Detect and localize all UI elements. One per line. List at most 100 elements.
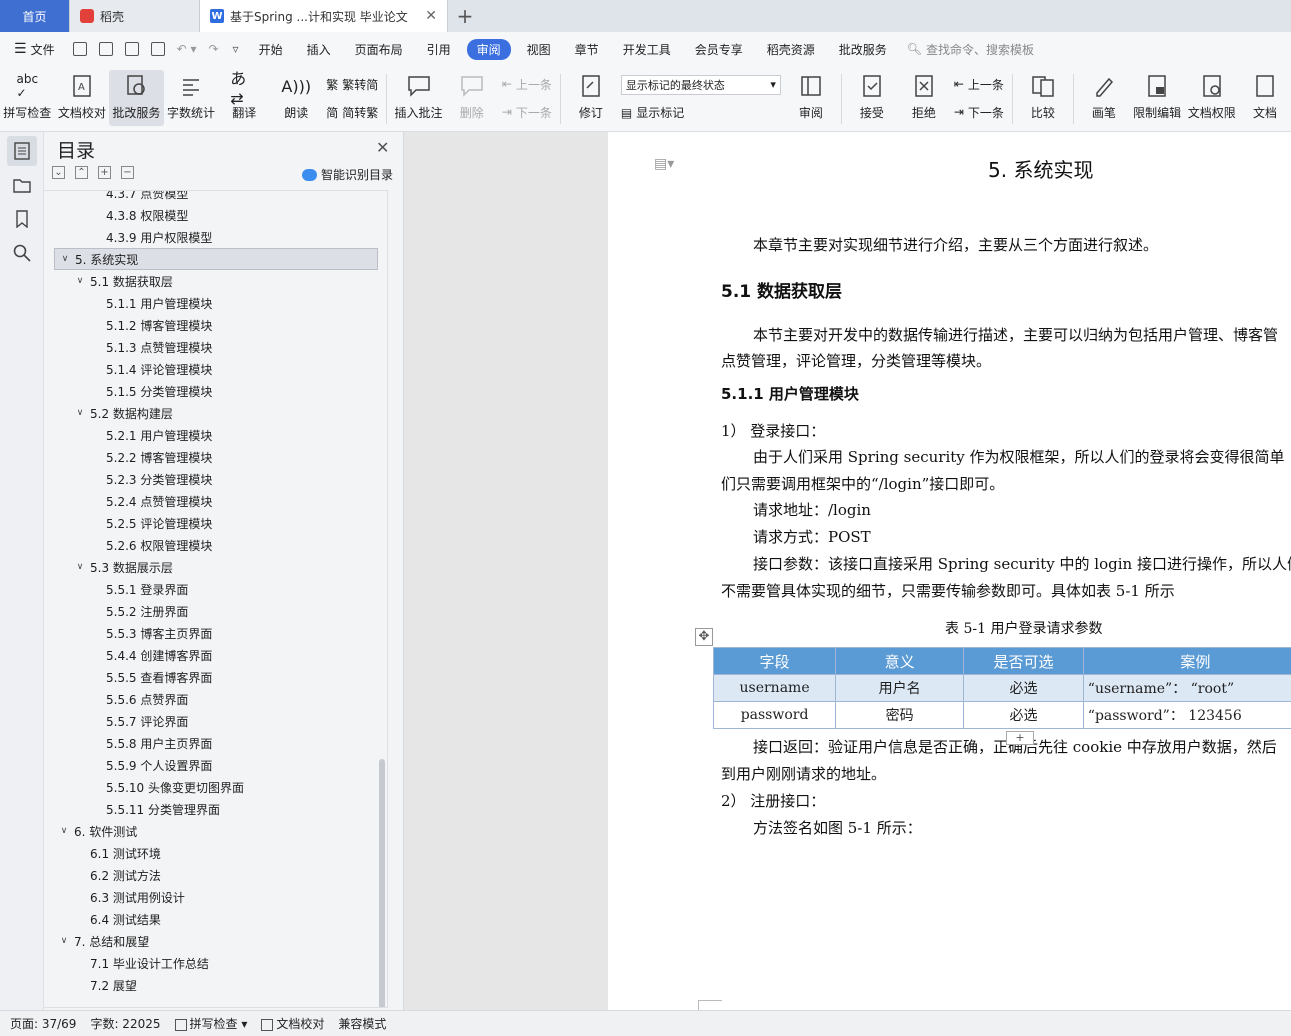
menu-devtools[interactable]: 开发工具 — [611, 41, 683, 58]
toc-scrollbar[interactable] — [379, 759, 385, 1007]
word-count-indicator[interactable]: 字数: 22025 — [90, 1015, 160, 1032]
remove-heading-icon[interactable]: − — [121, 166, 134, 179]
chevron-down-icon[interactable]: ∨ — [58, 936, 70, 946]
insert-comment-button[interactable]: 插入批注 — [391, 70, 446, 126]
pen-button[interactable]: 画笔 — [1078, 70, 1130, 126]
add-row-icon[interactable]: + — [1006, 731, 1034, 745]
chevron-down-icon[interactable]: ∨ — [74, 408, 86, 418]
toc-item[interactable]: 5.5.9 个人设置界面 — [44, 754, 387, 776]
menu-review[interactable]: 审阅 — [466, 38, 511, 60]
toc-item[interactable]: 4.3.8 权限模型 — [44, 204, 387, 226]
show-markup-button[interactable]: ▤ 显示标记 — [621, 104, 781, 121]
hamburger-icon[interactable]: ☰ — [14, 41, 27, 57]
close-tab-icon[interactable]: ✕ — [425, 8, 437, 24]
bookmark-icon[interactable] — [7, 204, 37, 234]
toc-item[interactable]: 6.3 测试用例设计 — [44, 886, 387, 908]
toc-item[interactable]: 5.5.11 分类管理界面 — [44, 798, 387, 820]
chevron-down-icon[interactable]: ∨ — [74, 276, 86, 286]
menu-section[interactable]: 章节 — [563, 41, 611, 58]
toc-item[interactable]: ∨ 7. 总结和展望 — [44, 930, 387, 952]
toc-item[interactable]: 5.5.5 查看博客界面 — [44, 666, 387, 688]
toc-item[interactable]: 5.2.6 权限管理模块 — [44, 534, 387, 556]
print-icon[interactable] — [124, 42, 139, 56]
reject-button[interactable]: 拒绝 — [898, 70, 950, 126]
menu-insert[interactable]: 插入 — [295, 41, 343, 58]
doc-proof-button[interactable]: A 文档校对 — [55, 70, 110, 126]
preview-icon[interactable] — [150, 42, 165, 56]
toc-item[interactable]: ∨ 5. 系统实现 — [54, 248, 378, 270]
toc-item[interactable]: 5.1.3 点赞管理模块 — [44, 336, 387, 358]
menu-start[interactable]: 开始 — [247, 41, 295, 58]
restrict-edit-button[interactable]: 限制编辑 — [1130, 70, 1185, 126]
menu-docer[interactable]: 稻壳资源 — [755, 41, 827, 58]
command-search[interactable]: 🔍︎ 查找命令、搜索模板 — [907, 41, 1034, 58]
page-tools-icon[interactable]: ▤▾ — [654, 156, 674, 172]
tab-docer[interactable]: 稻壳 — [70, 0, 200, 32]
menu-layout[interactable]: 页面布局 — [343, 41, 415, 58]
toc-item[interactable]: 5.5.8 用户主页界面 — [44, 732, 387, 754]
tab-home[interactable]: 首页 — [0, 0, 70, 32]
prev-comment-button[interactable]: ⇤ 上一条 — [502, 76, 552, 93]
toc-item[interactable]: 5.2.1 用户管理模块 — [44, 424, 387, 446]
table-move-handle-icon[interactable]: ✥ — [695, 628, 713, 646]
doc-more-button[interactable]: 文档 — [1239, 70, 1291, 126]
trad-to-simp-button[interactable]: 繁繁转简 — [326, 76, 378, 93]
menu-member[interactable]: 会员专享 — [683, 41, 755, 58]
chevron-down-icon[interactable]: ∨ — [59, 254, 71, 264]
add-heading-icon[interactable]: + — [98, 166, 111, 179]
toc-item[interactable]: 6.2 测试方法 — [44, 864, 387, 886]
toc-item[interactable]: 5.5.2 注册界面 — [44, 600, 387, 622]
undo-icon[interactable]: ↶ ▾ — [177, 42, 197, 56]
doc-permission-button[interactable]: 文档权限 — [1184, 70, 1239, 126]
toc-item[interactable]: 6.4 测试结果 — [44, 908, 387, 930]
toc-item[interactable]: 5.2.2 博客管理模块 — [44, 446, 387, 468]
toc-item[interactable]: 7.1 毕业设计工作总结 — [44, 952, 387, 974]
track-changes-button[interactable]: 修订 — [565, 70, 617, 126]
menu-view[interactable]: 视图 — [515, 41, 563, 58]
toc-item[interactable]: 6.1 测试环境 — [44, 842, 387, 864]
toc-item[interactable]: 4.3.9 用户权限模型 — [44, 226, 387, 248]
expand-all-icon[interactable]: ⌃ — [75, 166, 88, 179]
toc-item[interactable]: 5.5.7 评论界面 — [44, 710, 387, 732]
toc-item[interactable]: 5.5.3 博客主页界面 — [44, 622, 387, 644]
close-icon[interactable]: ✕ — [376, 138, 389, 157]
batch-service-button[interactable]: 批改服务 — [109, 70, 164, 126]
export-icon[interactable] — [98, 42, 113, 56]
save-icon[interactable] — [72, 42, 87, 56]
accept-button[interactable]: 接受 — [846, 70, 898, 126]
search-icon[interactable] — [7, 238, 37, 268]
prev-change-button[interactable]: ⇤ 上一条 — [954, 76, 1004, 93]
page-indicator[interactable]: 页面: 37/69 — [10, 1015, 76, 1032]
review-pane-button[interactable]: 审阅 — [785, 70, 837, 126]
toc-item[interactable]: ∨ 5.2 数据构建层 — [44, 402, 387, 424]
toc-item[interactable]: 5.5.1 登录界面 — [44, 578, 387, 600]
toc-item[interactable]: 5.1.1 用户管理模块 — [44, 292, 387, 314]
next-comment-button[interactable]: ⇥ 下一条 — [502, 104, 552, 121]
tab-document[interactable]: W 基于Spring ...计和实现 毕业论文 ✕ — [200, 0, 448, 32]
toc-item[interactable]: ∨ 6. 软件测试 — [44, 820, 387, 842]
chevron-down-icon[interactable]: ∨ — [58, 826, 70, 836]
toc-item[interactable]: 5.2.4 点赞管理模块 — [44, 490, 387, 512]
toc-item[interactable]: 5.1.4 评论管理模块 — [44, 358, 387, 380]
file-menu[interactable]: 文件 — [27, 41, 67, 58]
toc-item[interactable]: 5.2.3 分类管理模块 — [44, 468, 387, 490]
spell-check-status[interactable]: 拼写检查 ▾ — [174, 1015, 247, 1032]
collapse-all-icon[interactable]: ⌄ — [52, 166, 65, 179]
toc-item[interactable]: 5.1.5 分类管理模块 — [44, 380, 387, 402]
spell-check-button[interactable]: abc ✓ 拼写检查 — [0, 70, 55, 126]
toc-item[interactable]: 5.4.4 创建博客界面 — [44, 644, 387, 666]
word-count-button[interactable]: 字数统计 — [164, 70, 219, 126]
toc-item[interactable]: 5.2.5 评论管理模块 — [44, 512, 387, 534]
proof-status[interactable]: 文档校对 — [261, 1015, 324, 1032]
toc-item[interactable]: 5.5.6 点赞界面 — [44, 688, 387, 710]
toc-item[interactable]: ∨ 5.3 数据展示层 — [44, 556, 387, 578]
compare-button[interactable]: 比较 — [1017, 70, 1069, 126]
simp-to-trad-button[interactable]: 简简转繁 — [326, 104, 378, 121]
toc-item[interactable]: 5.5.10 头像变更切图界面 — [44, 776, 387, 798]
chevron-down-icon[interactable]: ∨ — [74, 562, 86, 572]
read-aloud-button[interactable]: A))) 朗读 — [270, 70, 322, 126]
redo-icon[interactable]: ↷ — [208, 42, 218, 56]
menu-reference[interactable]: 引用 — [415, 41, 463, 58]
toc-item[interactable]: 4.3.7 点赞模型 — [44, 191, 387, 204]
smart-toc-button[interactable]: 智能识别目录 — [302, 166, 393, 183]
